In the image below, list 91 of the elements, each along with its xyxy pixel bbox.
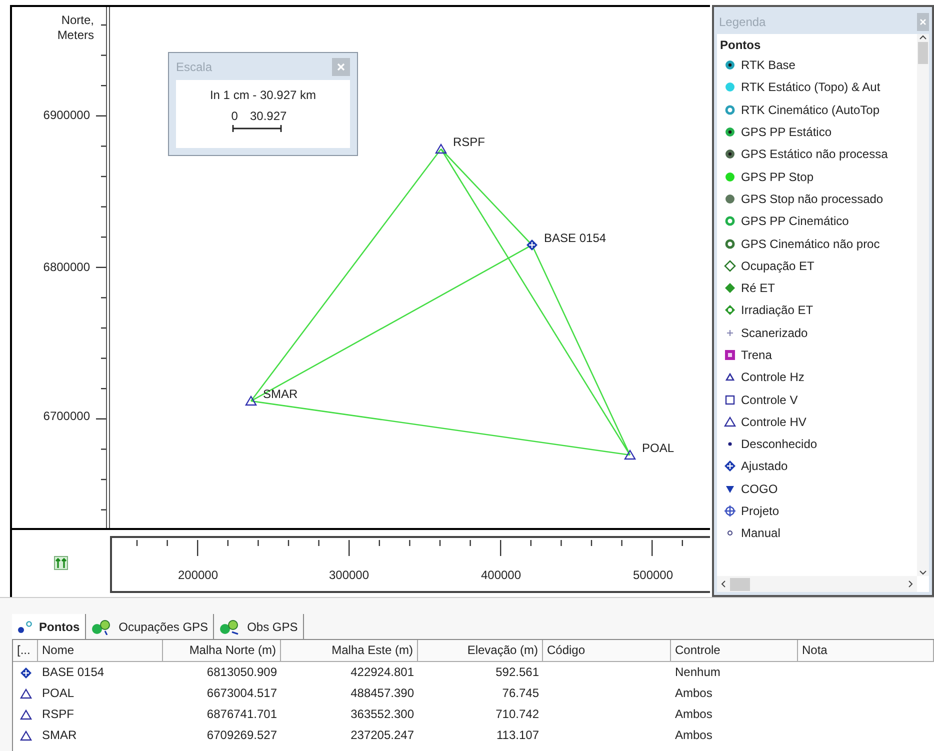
panel-title: Legenda bbox=[719, 14, 766, 31]
x-axis-label: 400000 bbox=[480, 568, 522, 582]
scale-start: 0 bbox=[231, 108, 238, 125]
point-label: SMAR bbox=[263, 387, 298, 401]
legend-item: Desconhecido bbox=[741, 436, 818, 454]
legend-item: Controle HV bbox=[741, 414, 806, 431]
column-header[interactable]: Malha Norte (m) bbox=[163, 640, 281, 662]
table-cell-text: 113.107 bbox=[496, 727, 540, 744]
x-axis-label: 200000 bbox=[178, 568, 218, 582]
points-icon bbox=[17, 620, 33, 634]
legend-item: Ajustado bbox=[741, 458, 788, 476]
table-cell-text: 422924.801 bbox=[350, 664, 415, 681]
column-header[interactable]: Código bbox=[543, 640, 671, 662]
scroll-down-icon[interactable] bbox=[919, 568, 927, 576]
legend-item: Manual bbox=[741, 525, 780, 542]
legend-item: Irradiação ET bbox=[741, 302, 814, 320]
scale-bar-icon bbox=[232, 125, 282, 132]
legend-item: GPS PP Stop bbox=[741, 168, 814, 186]
scale-text: In 1 cm - 30.927 km bbox=[210, 87, 316, 104]
table-cell-text: Ambos bbox=[674, 706, 714, 723]
scroll-left-icon[interactable] bbox=[720, 580, 728, 588]
legend-item: Controle V bbox=[741, 392, 798, 409]
table-cell-text: 6813050.909 bbox=[206, 664, 278, 681]
legend-group-title: Pontos bbox=[720, 37, 762, 54]
point-type-icon bbox=[20, 666, 32, 678]
legend-item: GPS Cinemático não proc bbox=[741, 236, 880, 253]
axis-title: Norte, Meters bbox=[56, 13, 94, 43]
x-axis-label: 500000 bbox=[632, 568, 674, 582]
table-cell-text: 6673004.517 bbox=[206, 685, 278, 702]
tab[interactable]: Pontos bbox=[12, 614, 86, 639]
scroll-right-icon[interactable] bbox=[906, 580, 914, 588]
legend-item: RTK Base bbox=[741, 57, 796, 74]
legend-item: Trena bbox=[741, 347, 772, 364]
point-label: BASE 0154 bbox=[544, 231, 606, 245]
table-cell-text: 363552.300 bbox=[350, 706, 415, 723]
point-label: RSPF bbox=[453, 135, 486, 149]
close-icon bbox=[920, 19, 926, 25]
legend-item: Ocupação ET bbox=[741, 258, 814, 275]
column-header[interactable]: Elevação (m) bbox=[418, 640, 543, 662]
scroll-up-icon[interactable] bbox=[919, 34, 927, 42]
window-title: Escala bbox=[176, 58, 212, 76]
table-cell-text: POAL bbox=[41, 685, 76, 702]
column-header[interactable]: [... bbox=[13, 640, 38, 662]
column-header[interactable]: Malha Este (m) bbox=[281, 640, 418, 662]
table-cell-text: SMAR bbox=[41, 727, 78, 744]
table-cell-text: Ambos bbox=[674, 685, 714, 702]
legend-item: Projeto bbox=[741, 503, 780, 520]
satellite-points-icon bbox=[90, 618, 113, 634]
column-header[interactable]: Controle bbox=[671, 640, 798, 662]
close-icon bbox=[337, 62, 345, 70]
table-cell-text: RSPF bbox=[41, 706, 76, 723]
point-type-icon bbox=[20, 730, 32, 742]
legend-item: Controle Hz bbox=[741, 369, 804, 386]
survey-point-icon bbox=[435, 143, 447, 155]
y-axis-label: 6900000 bbox=[43, 108, 90, 122]
vertical-scrollbar[interactable] bbox=[917, 34, 929, 576]
survey-point-icon bbox=[526, 239, 538, 251]
legend-item: GPS PP Cinemático bbox=[741, 213, 849, 230]
table-cell-text: 488457.390 bbox=[350, 685, 415, 702]
survey-point-icon bbox=[245, 395, 257, 407]
close-button[interactable] bbox=[332, 58, 350, 76]
legend-item: GPS Estático não processa bbox=[741, 146, 888, 164]
table-cell-text: Nenhum bbox=[674, 664, 722, 681]
legend-item: Ré ET bbox=[741, 280, 776, 298]
point-label: POAL bbox=[642, 441, 674, 455]
scrollbar-thumb[interactable] bbox=[730, 578, 750, 590]
table-cell-text: 592.561 bbox=[494, 664, 540, 681]
column-header[interactable]: Nota bbox=[798, 640, 934, 662]
table-cell-text: 710.742 bbox=[494, 706, 540, 723]
legend-item: RTK Estático (Topo) & Aut bbox=[741, 79, 880, 96]
x-axis-label: 300000 bbox=[328, 568, 370, 582]
legend-item: GPS Stop não processado bbox=[741, 190, 884, 208]
legend-item: GPS PP Estático bbox=[741, 124, 832, 142]
point-type-icon bbox=[20, 708, 32, 720]
horizontal-scrollbar[interactable] bbox=[717, 576, 917, 592]
scrollbar-thumb[interactable] bbox=[918, 42, 928, 64]
point-type-icon bbox=[20, 688, 32, 700]
table-cell-text: 237205.247 bbox=[350, 727, 415, 744]
table-cell-text: Ambos bbox=[674, 727, 714, 744]
table-cell-text: BASE 0154 bbox=[41, 664, 106, 681]
scale-end: 30.927 bbox=[250, 108, 287, 125]
legend-item: RTK Cinemático (AutoTop bbox=[741, 102, 880, 119]
table-cell-text: 6709269.527 bbox=[206, 727, 278, 744]
column-header[interactable]: Nome bbox=[38, 640, 163, 662]
table-cell-text: 6876741.701 bbox=[206, 706, 278, 723]
legend-item: Scanerizado bbox=[741, 324, 808, 342]
table-cell-text: 76.745 bbox=[501, 685, 540, 702]
y-axis-label: 6700000 bbox=[43, 409, 90, 423]
survey-point-icon bbox=[624, 449, 636, 461]
legend-item: COGO bbox=[741, 480, 778, 498]
y-axis-label: 6800000 bbox=[43, 260, 90, 274]
